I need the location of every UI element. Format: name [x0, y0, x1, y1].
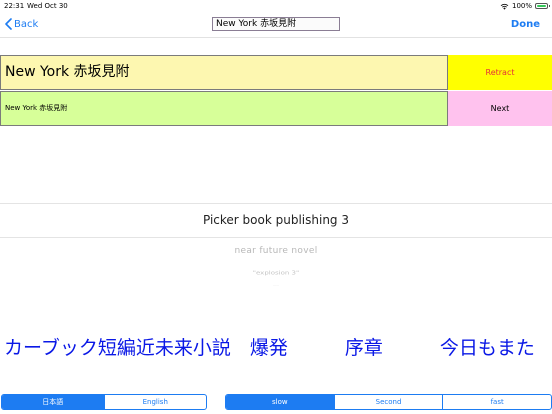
picker-row[interactable]: "explosion 3": [0, 270, 552, 276]
next-button[interactable]: Next: [448, 91, 552, 126]
segment-japanese[interactable]: 日本語: [2, 395, 104, 409]
status-indicators: 100%: [500, 0, 550, 12]
picker-row[interactable]: near future novel: [0, 246, 552, 256]
title-text-field[interactable]: New York 赤坂見附: [212, 17, 340, 31]
picker-row[interactable]: …: [0, 284, 552, 287]
picker-selected-row[interactable]: Picker book publishing 3: [0, 213, 552, 227]
language-segmented-control: 日本語 English: [1, 394, 207, 410]
done-button[interactable]: Done: [511, 19, 540, 30]
navigation-bar: Back New York 赤坂見附 Done: [0, 12, 552, 38]
back-button[interactable]: Back: [5, 16, 38, 32]
segment-slow[interactable]: slow: [226, 395, 334, 409]
battery-icon: [535, 3, 550, 9]
speed-segmented-control: slow Second fast: [225, 394, 552, 410]
segment-second[interactable]: Second: [333, 395, 443, 409]
segment-english[interactable]: English: [103, 395, 207, 409]
chevron-left-icon: [5, 18, 12, 30]
segment-fast[interactable]: fast: [442, 395, 551, 409]
wifi-icon: [500, 3, 509, 10]
picker-divider-bottom: [0, 237, 552, 238]
back-label: Back: [14, 18, 39, 30]
picker-divider-top: [0, 203, 552, 204]
retract-button[interactable]: Retract: [448, 55, 552, 90]
book-picker[interactable]: Picker book publishing 3 near future nov…: [0, 203, 552, 289]
display-text: カーブック短編近未来小説 爆発 序章 今日もまた: [4, 337, 535, 359]
status-date: Wed Oct 30: [27, 2, 68, 10]
battery-percent: 100%: [511, 2, 532, 10]
status-bar: 22:31 Wed Oct 30 100%: [0, 0, 552, 12]
status-time: 22:31: [4, 2, 25, 10]
small-text-field[interactable]: New York 赤坂見附: [0, 91, 448, 126]
large-text-field[interactable]: New York 赤坂見附: [0, 55, 448, 90]
